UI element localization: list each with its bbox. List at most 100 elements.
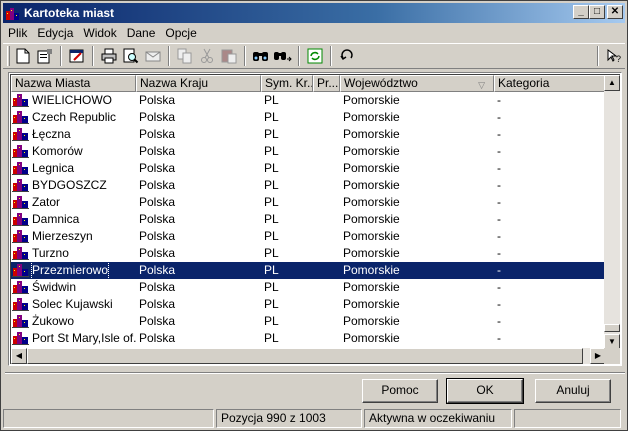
cell-country-code: PL xyxy=(264,263,279,277)
menu-plik[interactable]: Plik xyxy=(3,26,32,40)
cell-category: - xyxy=(497,93,501,107)
cut-icon[interactable] xyxy=(196,45,218,67)
menu-dane[interactable]: Dane xyxy=(122,26,161,40)
print-preview-icon[interactable] xyxy=(120,45,142,67)
city-icon xyxy=(12,109,30,125)
sort-descending-icon: ▽ xyxy=(478,80,485,90)
column-header-pr[interactable]: Pr... xyxy=(313,75,340,92)
cell-voivodeship: Pomorskie xyxy=(343,314,400,328)
table-row[interactable]: BYDGOSZCZ Polska PL Pomorskie - xyxy=(11,177,607,194)
cell-voivodeship: Pomorskie xyxy=(343,161,400,175)
cell-country: Polska xyxy=(139,178,176,192)
table-row[interactable]: Port St Mary,Isle of... Polska PL Pomorskie… xyxy=(11,330,607,347)
vertical-scroll-thumb[interactable] xyxy=(604,324,620,332)
cancel-button[interactable]: Anuluj xyxy=(535,379,611,403)
scroll-up-button[interactable]: ▲ xyxy=(604,75,620,91)
properties-icon[interactable] xyxy=(34,45,56,67)
maximize-button[interactable]: □ xyxy=(589,5,605,19)
city-icon xyxy=(12,330,30,346)
table-row[interactable]: Solec Kujawski Polska PL Pomorskie - xyxy=(11,296,607,313)
table-row[interactable]: Świdwin Polska PL Pomorskie - xyxy=(11,279,607,296)
cell-country-code: PL xyxy=(264,297,279,311)
cell-voivodeship: Pomorskie xyxy=(343,212,400,226)
table-row[interactable]: Mierzeszyn Polska PL Pomorskie - xyxy=(11,228,607,245)
cell-country: Polska xyxy=(139,297,176,311)
city-icon xyxy=(12,296,30,312)
print-icon[interactable] xyxy=(98,45,120,67)
find-icon[interactable] xyxy=(250,45,272,67)
cell-country-code: PL xyxy=(264,161,279,175)
scrollbar-corner xyxy=(604,348,620,364)
city-icon xyxy=(12,160,30,176)
table-row[interactable]: Zator Polska PL Pomorskie - xyxy=(11,194,607,211)
minimize-button[interactable]: _ xyxy=(573,5,589,19)
undo-icon[interactable] xyxy=(336,45,358,67)
cell-pr xyxy=(313,245,340,262)
column-header-country-code[interactable]: Sym. Kr... xyxy=(261,75,313,92)
menu-edycja[interactable]: Edycja xyxy=(32,26,78,40)
cell-pr xyxy=(313,109,340,126)
city-icon xyxy=(12,228,30,244)
city-name: Mierzeszyn xyxy=(32,229,93,243)
city-icon xyxy=(12,177,30,193)
horizontal-scroll-thumb[interactable] xyxy=(27,348,583,364)
column-header-country[interactable]: Nazwa Kraju xyxy=(136,75,261,92)
table-header: Nazwa Miasta Nazwa Kraju Sym. Kr... Pr..… xyxy=(11,75,607,92)
table-row[interactable]: Legnica Polska PL Pomorskie - xyxy=(11,160,607,177)
status-position: Pozycja 990 z 1003 xyxy=(216,409,362,428)
paste-icon[interactable] xyxy=(218,45,240,67)
cell-city: Port St Mary,Isle of... xyxy=(11,330,136,347)
cell-pr xyxy=(313,279,340,296)
status-state: Aktywna w oczekiwaniu xyxy=(364,409,512,428)
ok-button[interactable]: OK xyxy=(446,378,524,404)
toolbar: ? xyxy=(3,43,625,69)
toolbar-separator xyxy=(60,46,62,66)
city-name: Solec Kujawski xyxy=(32,297,113,311)
table-row[interactable]: Turzno Polska PL Pomorskie - xyxy=(11,245,607,262)
help-pointer-icon[interactable]: ? xyxy=(603,45,625,67)
edit-record-icon[interactable] xyxy=(66,45,88,67)
cell-category: - xyxy=(497,161,501,175)
find-next-icon[interactable] xyxy=(272,45,294,67)
vertical-scrollbar[interactable]: ▲ ▼ xyxy=(604,75,620,350)
toolbar-separator xyxy=(168,46,170,66)
column-header-category[interactable]: Kategoria xyxy=(494,75,607,92)
table-row[interactable]: Czech Republic Polska PL Pomorskie - xyxy=(11,109,607,126)
cell-category: - xyxy=(497,297,501,311)
copy-icon[interactable] xyxy=(174,45,196,67)
title-bar[interactable]: Kartoteka miast _ □ ✕ xyxy=(3,3,625,23)
city-name: Damnica xyxy=(32,212,80,226)
close-button[interactable]: ✕ xyxy=(607,5,623,19)
table-row[interactable]: Komorów Polska PL Pomorskie - xyxy=(11,143,607,160)
refresh-icon[interactable] xyxy=(304,45,326,67)
table-row[interactable]: Przezmierowo Polska PL Pomorskie - xyxy=(11,262,607,279)
toolbar-grip[interactable] xyxy=(7,46,10,66)
menu-widok[interactable]: Widok xyxy=(78,26,121,40)
help-button[interactable]: Pomoc xyxy=(362,379,438,403)
table-row[interactable]: Żukowo Polska PL Pomorskie - xyxy=(11,313,607,330)
city-name: Port St Mary,Isle of... xyxy=(32,331,136,345)
column-header-city[interactable]: Nazwa Miasta xyxy=(11,75,136,92)
toolbar-separator xyxy=(330,46,332,66)
cell-pr xyxy=(313,211,340,228)
scroll-left-button[interactable]: ◀ xyxy=(11,348,27,364)
cell-country: Polska xyxy=(139,161,176,175)
column-header-voivodeship[interactable]: Województwo ▽ xyxy=(340,75,494,92)
table-row[interactable]: Łęczna Polska PL Pomorskie - xyxy=(11,126,607,143)
cell-category: - xyxy=(497,212,501,226)
cell-country: Polska xyxy=(139,195,176,209)
new-document-icon[interactable] xyxy=(12,45,34,67)
cell-voivodeship: Pomorskie xyxy=(343,144,400,158)
cell-city: BYDGOSZCZ xyxy=(11,177,136,194)
cell-country-code: PL xyxy=(264,178,279,192)
menu-opcje[interactable]: Opcje xyxy=(160,26,201,40)
cell-city: Solec Kujawski xyxy=(11,296,136,313)
email-icon[interactable] xyxy=(142,45,164,67)
table-row[interactable]: Damnica Polska PL Pomorskie - xyxy=(11,211,607,228)
table-row[interactable]: WIELICHOWO Polska PL Pomorskie - xyxy=(11,92,607,109)
cell-city: Mierzeszyn xyxy=(11,228,136,245)
cell-pr xyxy=(313,296,340,313)
city-icon xyxy=(12,245,30,261)
horizontal-scrollbar[interactable]: ◀ ▶ xyxy=(11,348,606,364)
cell-country: Polska xyxy=(139,246,176,260)
